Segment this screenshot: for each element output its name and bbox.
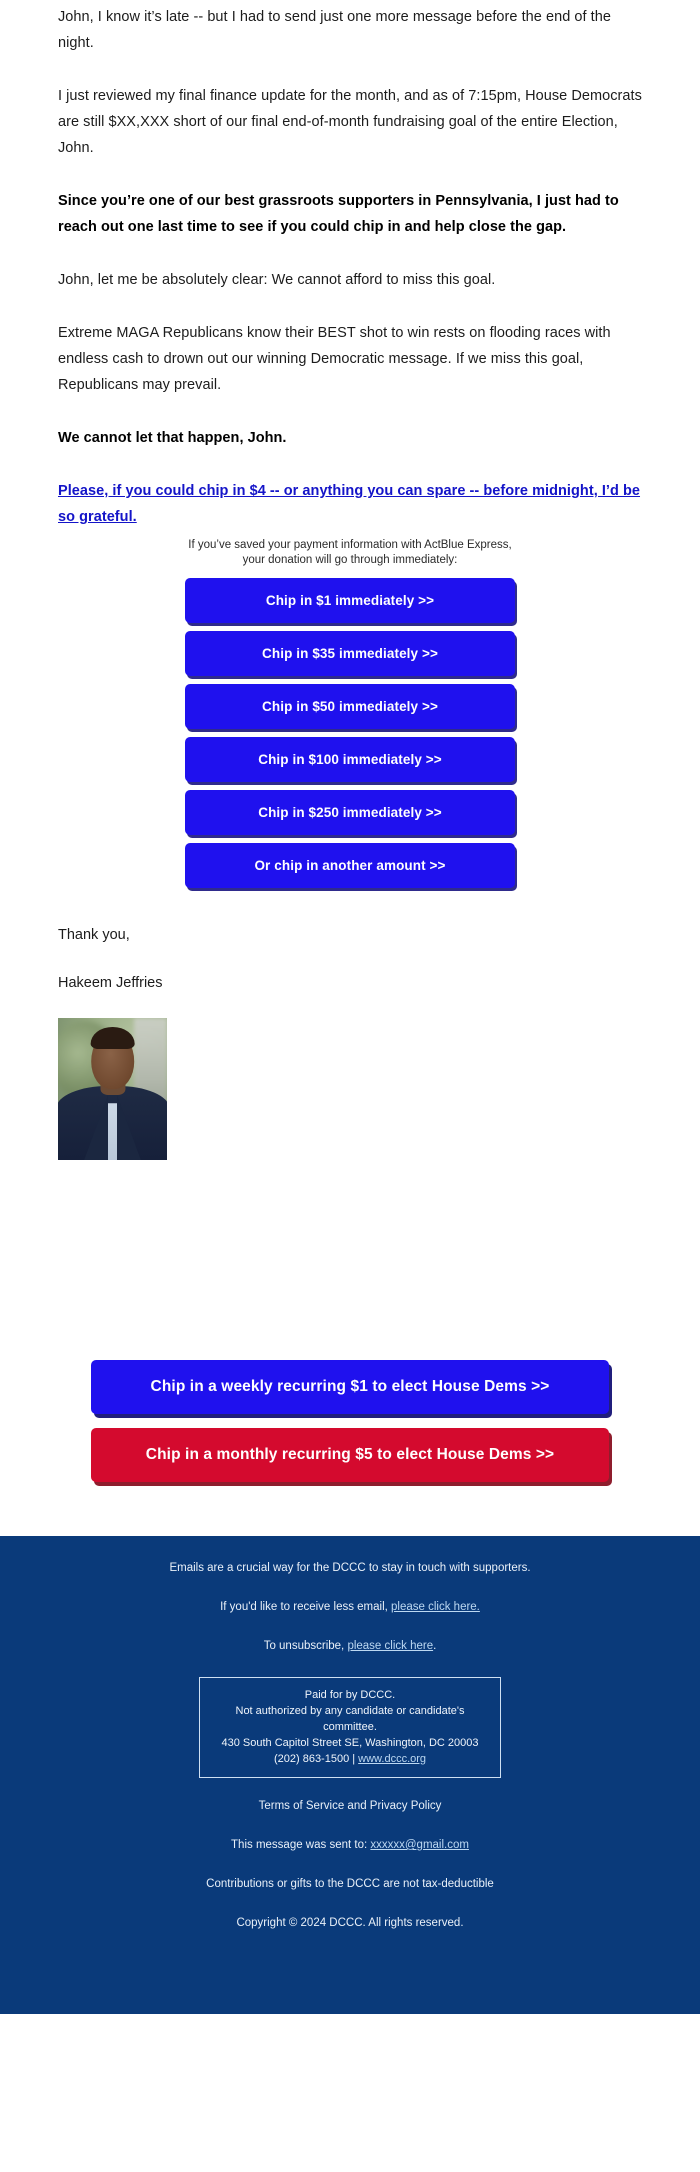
- donate-button-1[interactable]: Chip in $1 immediately >>: [185, 578, 515, 623]
- paragraph-2: I just reviewed my final finance update …: [58, 88, 642, 156]
- donation-button-stack: Chip in $1 immediately >> Chip in $35 im…: [185, 578, 515, 888]
- donate-button-100[interactable]: Chip in $100 immediately >>: [185, 737, 515, 782]
- actblue-express-note: If you’ve saved your payment information…: [0, 538, 700, 568]
- recurring-monthly-button[interactable]: Chip in a monthly recurring $5 to elect …: [91, 1428, 609, 1482]
- recipient-email-link[interactable]: xxxxxx@gmail.com: [370, 1839, 469, 1851]
- footer-copyright: Copyright © 2024 DCCC. All rights reserv…: [236, 1917, 464, 1929]
- unsubscribe-period: .: [433, 1640, 437, 1652]
- paragraph-5: Extreme MAGA Republicans know their BEST…: [58, 325, 611, 393]
- inline-donate-link[interactable]: Please, if you could chip in $4 -- or an…: [58, 483, 640, 525]
- footer-tax-note: Contributions or gifts to the DCCC are n…: [206, 1878, 494, 1890]
- actblue-note-line-1: If you’ve saved your payment information…: [188, 539, 512, 551]
- disclaimer-not-authorized: Not authorized by any candidate or candi…: [235, 1705, 465, 1733]
- donate-button-250[interactable]: Chip in $250 immediately >>: [185, 790, 515, 835]
- paragraph-3-bold: Since you’re one of our best grassroots …: [58, 193, 619, 235]
- disclaimer-contact: (202) 863-1500 | www.dccc.org: [210, 1751, 490, 1767]
- disclaimer-phone: (202) 863-1500 |: [273, 1753, 359, 1765]
- dccc-website-link[interactable]: www.dccc.org: [358, 1753, 426, 1765]
- disclaimer-paid-for: Paid for by DCCC.: [304, 1689, 396, 1701]
- email-footer: Emails are a crucial way for the DCCC to…: [0, 1536, 700, 2014]
- donate-button-50[interactable]: Chip in $50 immediately >>: [185, 684, 515, 729]
- unsubscribe-text: To unsubscribe,: [263, 1640, 348, 1652]
- donate-button-other[interactable]: Or chip in another amount >>: [185, 843, 515, 888]
- less-email-text: If you'd like to receive less email,: [220, 1601, 392, 1613]
- paragraph-6-bold: We cannot let that happen, John.: [58, 430, 287, 446]
- footer-unsubscribe: To unsubscribe, please click here.: [40, 1638, 660, 1655]
- paragraph-1: John, I know it’s late -- but I had to s…: [58, 9, 611, 51]
- recurring-donation-block: Chip in a weekly recurring $1 to elect H…: [0, 1360, 700, 1482]
- footer-less-email: If you'd like to receive less email, ple…: [40, 1599, 660, 1616]
- actblue-note-line-2: your donation will go through immediatel…: [242, 554, 458, 566]
- footer-sent-to: This message was sent to: xxxxxx@gmail.c…: [40, 1837, 660, 1854]
- paragraph-4: John, let me be absolutely clear: We can…: [58, 272, 496, 288]
- donation-block: If you’ve saved your payment information…: [0, 530, 700, 888]
- footer-terms[interactable]: Terms of Service and Privacy Policy: [40, 1798, 660, 1815]
- less-email-link[interactable]: please click here.: [391, 1601, 480, 1613]
- donate-button-35[interactable]: Chip in $35 immediately >>: [185, 631, 515, 676]
- vertical-spacer: [0, 1160, 700, 1360]
- unsubscribe-link[interactable]: please click here: [347, 1640, 433, 1652]
- portrait-wrapper: [0, 1018, 700, 1160]
- recurring-weekly-button[interactable]: Chip in a weekly recurring $1 to elect H…: [91, 1360, 609, 1414]
- disclaimer-address: 430 South Capitol Street SE, Washington,…: [221, 1737, 479, 1749]
- message-copy: John, I know it’s late -- but I had to s…: [0, 0, 700, 530]
- paid-for-by-disclaimer-box: Paid for by DCCC. Not authorized by any …: [199, 1677, 501, 1778]
- sent-to-text: This message was sent to:: [231, 1839, 371, 1851]
- hakeem-jeffries-portrait-photo: [58, 1018, 167, 1160]
- signoff-thanks: Thank you,: [58, 927, 130, 943]
- signoff: Thank you, Hakeem Jeffries: [0, 896, 700, 996]
- signoff-name: Hakeem Jeffries: [58, 975, 163, 991]
- footer-intro: Emails are a crucial way for the DCCC to…: [169, 1562, 531, 1574]
- pre-footer-spacer: [0, 1496, 700, 1536]
- email-body: John, I know it’s late -- but I had to s…: [0, 0, 700, 2014]
